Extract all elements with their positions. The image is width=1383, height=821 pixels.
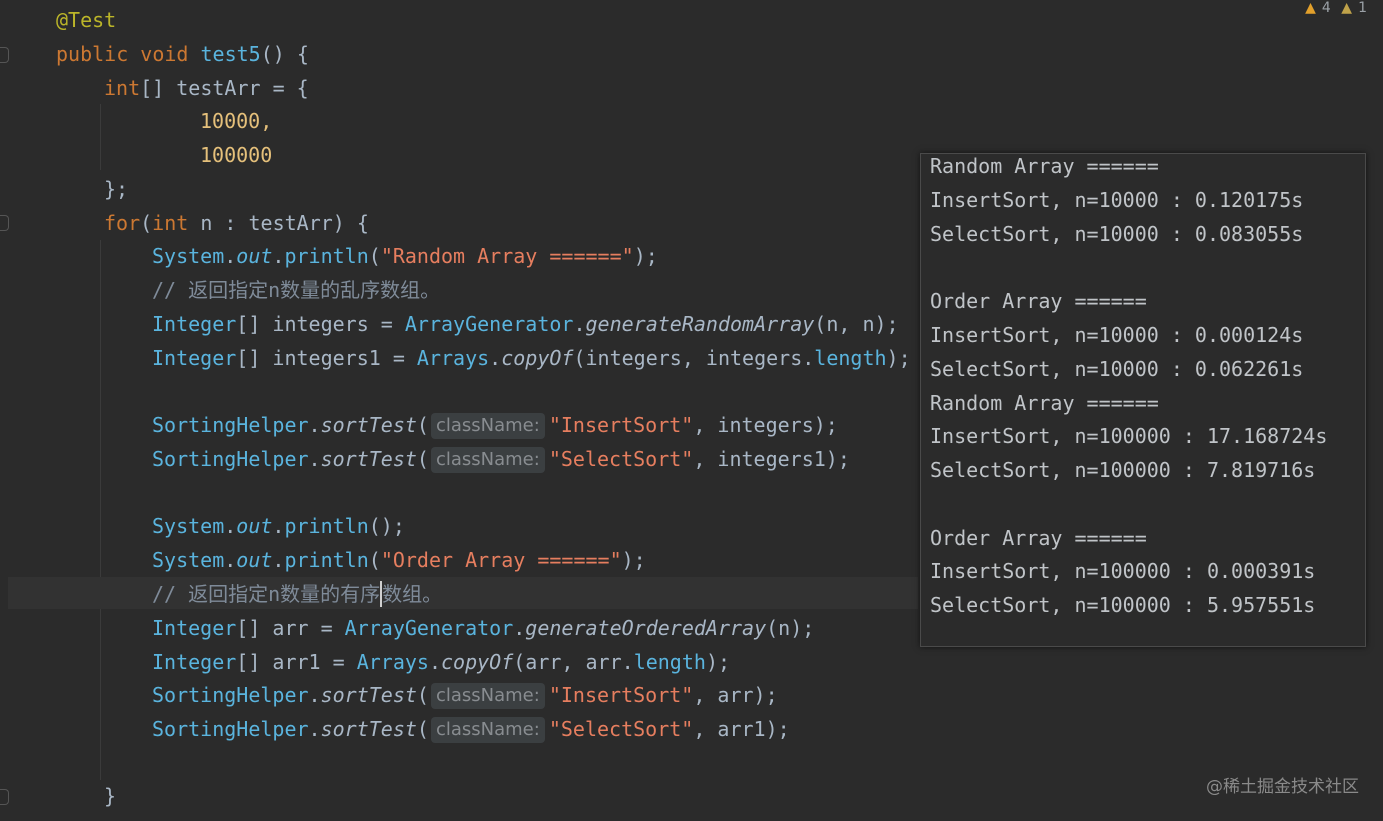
- weak-warning-icon: ▲: [1341, 0, 1353, 16]
- weak-warning-count: 1: [1358, 0, 1367, 16]
- code-line-comment: // 返回指定n数量的有序 数组。: [152, 581, 443, 607]
- fold-marker-icon[interactable]: [0, 47, 9, 63]
- code-line-println: System.out.println("Random Array ======"…: [152, 244, 658, 268]
- warning-count: 4: [1321, 0, 1331, 16]
- code-line-for: for(int n : testArr) {: [104, 211, 369, 235]
- current-line-highlight: [8, 577, 918, 609]
- code-line-signature: public void test5() {: [56, 42, 309, 66]
- code-line-value: 100000: [200, 143, 273, 167]
- console-line: Random Array ======: [930, 391, 1159, 415]
- console-line: Order Array ======: [930, 526, 1147, 550]
- console-line: InsertSort, n=10000 : 0.120175s: [930, 188, 1304, 212]
- console-line: Random Array ======: [930, 154, 1159, 178]
- code-line-arr: Integer[] arr = ArrayGenerator.generateO…: [152, 616, 815, 640]
- code-line-sorttest: SortingHelper.sortTest(className: "Select…: [152, 447, 850, 473]
- code-line-for-close: }: [104, 784, 117, 808]
- code-line-sorttest: SortingHelper.sortTest(className: "Insert…: [152, 683, 778, 709]
- console-line: Order Array ======: [930, 289, 1147, 313]
- code-line-comment: // 返回指定n数量的乱序数组。: [152, 278, 441, 302]
- code-line-println-empty: System.out.println();: [152, 514, 405, 538]
- code-line-arr1: Integer[] arr1 = Arrays.copyOf(arr, arr.…: [152, 650, 731, 674]
- code-line-annotation: @Test: [56, 8, 117, 32]
- warning-icon: ▲: [1305, 0, 1316, 16]
- parameter-hint: className:: [430, 447, 545, 473]
- console-line: SelectSort, n=10000 : 0.062261s: [930, 357, 1304, 381]
- code-line-println: System.out.println("Order Array ======")…: [152, 548, 646, 572]
- fold-marker-icon[interactable]: [0, 215, 9, 231]
- code-line-array-decl: int[] testArr = {: [104, 76, 309, 100]
- parameter-hint: className:: [430, 413, 545, 439]
- watermark: @稀土掘金技术社区: [1206, 777, 1359, 797]
- code-line-array-close: };: [104, 177, 129, 201]
- console-line: InsertSort, n=100000 : 0.000391s: [930, 559, 1316, 583]
- parameter-hint: className:: [430, 717, 545, 743]
- editor-gutter: [0, 0, 40, 821]
- code-line-sorttest: SortingHelper.sortTest(className: "Select…: [152, 717, 790, 743]
- console-line: SelectSort, n=10000 : 0.083055s: [930, 222, 1304, 246]
- console-line: InsertSort, n=10000 : 0.000124s: [930, 323, 1304, 347]
- code-line-integers: Integer[] integers = ArrayGenerator.gene…: [152, 312, 899, 336]
- indent-guide: [100, 240, 101, 780]
- console-line: SelectSort, n=100000 : 7.819716s: [930, 458, 1316, 482]
- console-output-panel: Random Array ====== InsertSort, n=10000 …: [920, 153, 1366, 647]
- code-line-integers1: Integer[] integers1 = Arrays.copyOf(inte…: [152, 346, 911, 370]
- parameter-hint: className:: [430, 683, 545, 709]
- inspection-widget[interactable]: ▲ 4 ▲ 1: [1299, 0, 1367, 16]
- console-line: InsertSort, n=100000 : 17.168724s: [930, 424, 1328, 448]
- code-line-sorttest: SortingHelper.sortTest(className: "Insert…: [152, 413, 838, 439]
- fold-marker-icon[interactable]: [0, 789, 9, 805]
- console-line: SelectSort, n=100000 : 5.957551s: [930, 593, 1316, 617]
- code-line-value: 10000,: [200, 109, 273, 133]
- indent-guide: [100, 104, 101, 170]
